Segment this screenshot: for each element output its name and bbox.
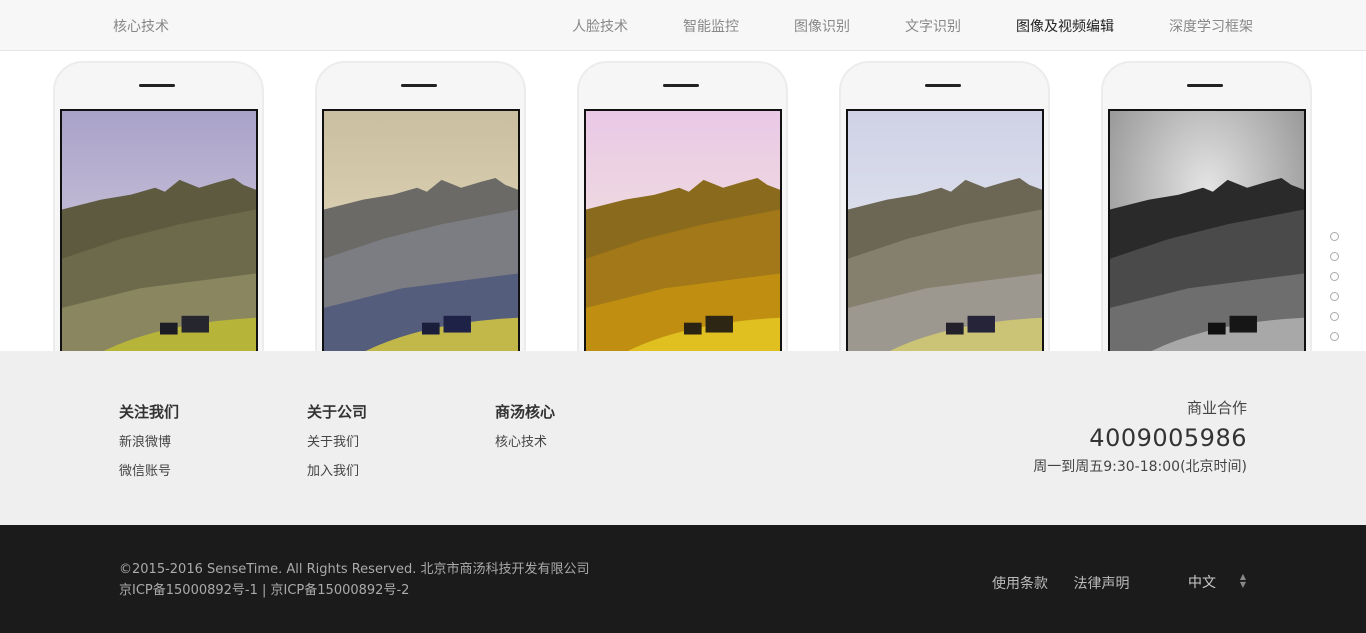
phone-mockup xyxy=(577,61,788,351)
business-contact: 商业合作 4009005986 周一到周五9:30-18:00(北京时间) xyxy=(1033,397,1247,476)
phone-mockup xyxy=(839,61,1050,351)
nav-deep-learning[interactable]: 深度学习框架 xyxy=(1169,16,1253,36)
pager-dot[interactable] xyxy=(1330,232,1339,241)
join-us-link[interactable]: 加入我们 xyxy=(307,460,367,479)
pager-dot[interactable] xyxy=(1330,292,1339,301)
business-title: 商业合作 xyxy=(1186,399,1247,417)
phone-screen-image xyxy=(1108,109,1306,351)
phone-speaker xyxy=(925,84,961,87)
phone-speaker xyxy=(139,84,175,87)
wechat-link[interactable]: 微信账号 xyxy=(119,460,179,479)
updown-arrows-icon: ▲ ▼ xyxy=(1239,572,1246,589)
phone-speaker xyxy=(663,84,699,87)
copyright-text: ©2015-2016 SenseTime. All Rights Reserve… xyxy=(119,562,590,577)
company-heading: 关于公司 xyxy=(307,403,368,421)
business-hours: 周一到周五9:30-18:00(北京时间) xyxy=(1033,459,1247,475)
company-column: 关于公司 关于我们 加入我们 xyxy=(307,401,367,489)
nav-image-recognition[interactable]: 图像识别 xyxy=(794,16,850,36)
legal-links: 使用条款 法律声明 xyxy=(992,573,1150,593)
terms-link[interactable]: 使用条款 xyxy=(992,576,1048,592)
phone-mockup xyxy=(53,61,264,351)
phone-screen-image xyxy=(322,109,520,351)
phone-mockup xyxy=(315,61,526,351)
nav-face-tech[interactable]: 人脸技术 xyxy=(572,16,628,36)
pager-dot[interactable] xyxy=(1330,252,1339,261)
phone-screen-image xyxy=(584,109,782,351)
phone-mockup xyxy=(1101,61,1312,351)
phone-screen-image xyxy=(846,109,1044,351)
filter-showcase xyxy=(0,51,1366,351)
language-value: 中文 xyxy=(1188,575,1216,591)
language-select[interactable]: 中文 ▲ ▼ xyxy=(1180,569,1250,595)
footer-bottom: ©2015-2016 SenseTime. All Rights Reserve… xyxy=(0,525,1366,633)
icp-text: 京ICP备15000892号-1 | 京ICP备15000892号-2 xyxy=(119,583,410,598)
phone-speaker xyxy=(1187,84,1223,87)
pager-dot[interactable] xyxy=(1330,272,1339,281)
business-phone: 4009005986 xyxy=(1089,424,1247,452)
about-us-link[interactable]: 关于我们 xyxy=(307,431,367,450)
weibo-link[interactable]: 新浪微博 xyxy=(119,431,179,450)
pager-dot[interactable] xyxy=(1330,332,1339,341)
legal-link[interactable]: 法律声明 xyxy=(1073,576,1129,592)
follow-us-heading: 关注我们 xyxy=(119,403,180,421)
phone-speaker xyxy=(401,84,437,87)
core-tech-link[interactable]: 核心技术 xyxy=(495,431,555,450)
nav-text-recognition[interactable]: 文字识别 xyxy=(905,16,961,36)
brand-title[interactable]: 核心技术 xyxy=(113,16,169,36)
follow-us-column: 关注我们 新浪微博 微信账号 xyxy=(119,401,179,489)
footer-links-area: 关注我们 新浪微博 微信账号 关于公司 关于我们 加入我们 商汤核心 核心技术 … xyxy=(0,351,1366,525)
nav-image-video-editing[interactable]: 图像及视频编辑 xyxy=(1016,16,1114,36)
top-header: 核心技术 人脸技术 智能监控 图像识别 文字识别 图像及视频编辑 深度学习框架 xyxy=(0,0,1366,51)
core-heading: 商汤核心 xyxy=(495,403,556,421)
phone-screen-image xyxy=(60,109,258,351)
nav-smart-monitor[interactable]: 智能监控 xyxy=(683,16,739,36)
pager-dot[interactable] xyxy=(1330,312,1339,321)
core-column: 商汤核心 核心技术 xyxy=(495,401,555,460)
copyright-block: ©2015-2016 SenseTime. All Rights Reserve… xyxy=(119,559,590,601)
